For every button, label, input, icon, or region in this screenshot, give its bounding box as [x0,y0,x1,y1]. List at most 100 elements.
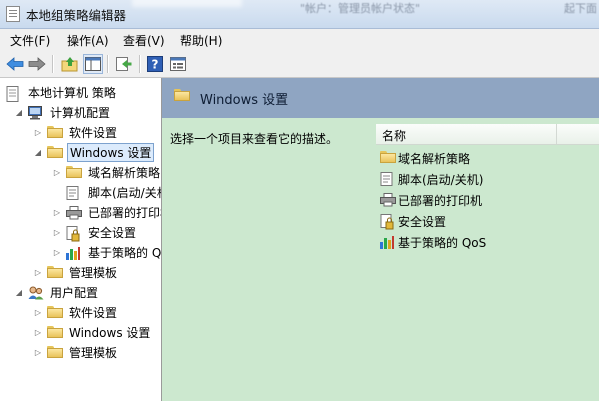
tree-cc-admin-templates[interactable]: ▷ 管理模板 [33,263,119,282]
toolbar-separator [107,55,109,73]
tree-computer-config[interactable]: ◢ 计算机配置 [14,103,112,122]
script-icon [66,185,82,200]
list-item-deployed-printers[interactable]: 已部署的打印机 [380,190,482,210]
list-item-label: 基于策略的 QoS [398,235,487,250]
app-icon [6,6,20,22]
expand-arrow-icon[interactable]: ▷ [33,328,43,337]
expand-arrow-icon[interactable]: ▷ [33,348,43,357]
tree-cc-windows-label: Windows 设置 [67,143,155,162]
expand-arrow-icon[interactable]: ▷ [52,208,62,217]
expand-arrow-icon[interactable]: ▷ [33,268,43,277]
menu-view[interactable]: 查看(V) [123,32,165,49]
folder-open-icon [47,145,63,160]
tree-dns-policy[interactable]: ▷ 域名解析策略 [52,163,161,182]
tree-security-label: 安全设置 [88,226,137,240]
detail-pane: Windows 设置 选择一个项目来查看它的描述。 名称 域名解析策略 脚本(启… [162,78,599,401]
expand-arrow-icon[interactable]: ▷ [33,128,43,137]
expand-arrow-icon[interactable]: ▷ [52,168,62,177]
description-text: 选择一个项目来查看它的描述。 [170,132,339,146]
show-hide-tree-button[interactable] [83,54,103,74]
list-item-dns-policy[interactable]: 域名解析策略 [380,148,470,168]
background-ghost-highlight [132,0,242,7]
tree-security-settings[interactable]: ▷ 安全设置 [52,223,138,242]
menu-bar: 文件(F) 操作(A) 查看(V) 帮助(H) [0,29,599,51]
column-header[interactable]: 名称 [376,124,599,145]
bar-chart-icon [380,235,396,249]
background-ghost-text: "帐户：管理员帐户状态" [300,2,421,15]
tree-uc-software-settings[interactable]: ▷ 软件设置 [33,303,119,322]
collapse-arrow-icon[interactable]: ◢ [14,108,24,117]
tree-uc-windows-label: Windows 设置 [69,326,151,340]
tree-cc-admin-label: 管理模板 [69,266,118,280]
tree-scripts-label: 脚本(启动/关机) [88,186,161,200]
up-folder-button[interactable] [60,54,80,74]
background-ghost-text-2: 起下面 [564,2,597,15]
printer-icon [66,205,82,220]
menu-file[interactable]: 文件(F) [10,32,50,49]
list-item-label: 已部署的打印机 [398,193,483,208]
column-divider[interactable] [556,124,557,144]
list-item-label: 安全设置 [398,214,447,229]
folder-icon [47,265,63,280]
collapse-arrow-icon[interactable]: ◢ [14,288,24,297]
list-item-label: 域名解析策略 [398,151,471,166]
help-icon: ? [147,56,163,72]
column-header-name[interactable]: 名称 [382,127,406,144]
back-button[interactable] [5,54,25,74]
expand-arrow-icon[interactable]: ▷ [33,308,43,317]
collapse-arrow-icon[interactable]: ◢ [33,148,43,157]
expand-arrow-icon[interactable]: ▷ [52,228,62,237]
tree-uc-windows-settings[interactable]: ▷ Windows 设置 [33,323,152,342]
security-icon [66,225,82,241]
tree-computer-config-label: 计算机配置 [50,106,111,120]
toolbar: ? [0,51,599,78]
tree-qos-label: 基于策略的 QoS [88,246,162,260]
list-item-qos-policy[interactable]: 基于策略的 QoS [380,232,486,252]
tree-uc-admin-label: 管理模板 [69,346,118,360]
back-icon [6,57,24,71]
tree-deployed-printers[interactable]: ▷ 已部署的打印机 [52,203,161,222]
help-button[interactable]: ? [145,54,165,74]
tree-cc-software-label: 软件设置 [69,126,118,140]
toolbar-separator [52,55,54,73]
tree-user-config-label: 用户配置 [50,286,99,300]
menu-action[interactable]: 操作(A) [67,32,109,49]
folder-icon [66,165,82,180]
list-item-label: 脚本(启动/关机) [398,172,484,187]
tree-user-config[interactable]: ◢ 用户配置 [14,283,100,302]
tree-scripts[interactable]: 脚本(启动/关机) [52,183,161,202]
forward-button[interactable] [27,54,47,74]
properties-button[interactable] [168,54,188,74]
menu-help[interactable]: 帮助(H) [180,32,222,49]
tree-uc-admin-templates[interactable]: ▷ 管理模板 [33,343,119,362]
detail-header-title: Windows 设置 [200,93,289,108]
tree-printers-label: 已部署的打印机 [88,206,161,220]
folder-icon [174,89,190,101]
title-bar: 本地组策略编辑器 "帐户：管理员帐户状态" 起下面 [0,0,599,29]
tree-root-local-computer-policy[interactable]: 本地计算机 策略 [6,83,118,102]
policy-document-icon [6,85,22,102]
tree-cc-windows-settings[interactable]: ◢ Windows 设置 [33,143,155,162]
show-hide-tree-icon [85,57,101,71]
expand-arrow-icon[interactable]: ▷ [52,248,62,257]
up-folder-icon [61,57,78,72]
folder-icon [47,125,63,140]
toolbar-separator [139,55,141,73]
computer-icon [28,105,44,120]
folder-icon [47,325,63,340]
tree-dns-policy-label: 域名解析策略 [88,166,161,180]
bar-chart-icon [66,246,82,260]
tree-cc-software-settings[interactable]: ▷ 软件设置 [33,123,119,142]
window-title: 本地组策略编辑器 [26,8,127,23]
list-item-scripts[interactable]: 脚本(启动/关机) [380,169,483,189]
export-list-icon [116,57,132,71]
detail-header: Windows 设置 [162,78,599,118]
folder-icon [47,305,63,320]
list-item-security-settings[interactable]: 安全设置 [380,211,446,231]
security-icon [380,214,396,230]
properties-icon [170,57,186,71]
folder-icon [380,151,396,165]
svg-text:?: ? [152,58,159,72]
export-list-button[interactable] [114,54,134,74]
tree-qos-policy[interactable]: ▷ 基于策略的 QoS [52,243,162,262]
